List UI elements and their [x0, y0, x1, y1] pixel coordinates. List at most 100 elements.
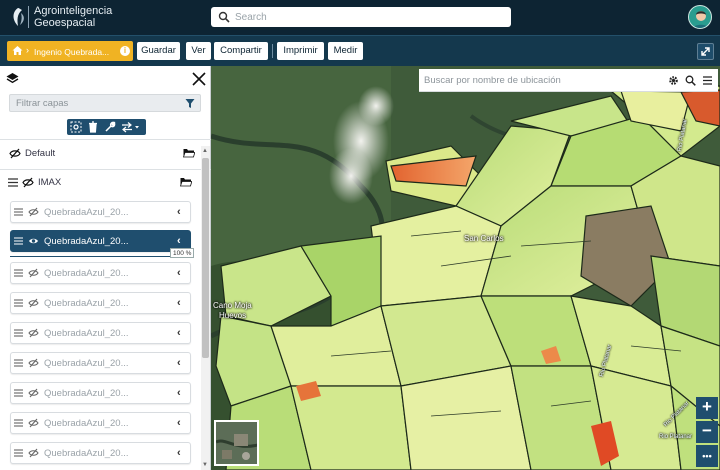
layer-item[interactable]: QuebradaAzul_20... ‹: [10, 442, 191, 464]
drag-handle-icon[interactable]: [14, 269, 23, 277]
swap-arrows-icon[interactable]: [121, 121, 141, 133]
gear-icon[interactable]: [668, 75, 679, 86]
logo-divider: [28, 6, 29, 28]
search-icon[interactable]: [685, 75, 696, 86]
layer-item[interactable]: QuebradaAzul_20... ‹: [10, 352, 191, 374]
expand-icon: [701, 47, 710, 56]
folder-open-icon[interactable]: [180, 177, 192, 187]
global-search[interactable]: [211, 7, 511, 27]
drag-handle-icon[interactable]: [14, 449, 23, 457]
zoom-extent-icon[interactable]: [70, 121, 82, 133]
eye-hidden-icon[interactable]: [28, 268, 39, 278]
eye-visible-icon[interactable]: [28, 236, 39, 246]
layer-item[interactable]: QuebradaAzul_20... ‹: [10, 292, 191, 314]
folder-open-icon[interactable]: [183, 148, 195, 158]
eye-hidden-icon[interactable]: [28, 388, 39, 398]
layer-group-label: IMAX: [38, 177, 62, 188]
chevron-left-icon[interactable]: ‹: [177, 267, 181, 279]
breadcrumb-chevron-icon: ›: [26, 45, 29, 55]
layer-label: QuebradaAzul_20...: [44, 328, 129, 339]
brand-line-2: Geoespacial: [34, 17, 96, 29]
global-search-input[interactable]: [235, 9, 505, 25]
more-options-button[interactable]: •••: [696, 445, 718, 467]
chevron-left-icon[interactable]: ‹: [177, 417, 181, 429]
scroll-up-icon[interactable]: ▲: [202, 148, 208, 154]
print-button[interactable]: Imprimir: [277, 42, 324, 60]
breadcrumb-project[interactable]: Ingenio Quebrada...: [34, 47, 118, 57]
scrollbar-thumb[interactable]: [202, 158, 209, 358]
drag-handle-icon[interactable]: [14, 237, 23, 245]
drag-handle-icon[interactable]: [14, 208, 23, 216]
layer-label: QuebradaAzul_20...: [44, 268, 129, 279]
eye-hidden-icon[interactable]: [28, 358, 39, 368]
drag-handle-icon[interactable]: [14, 329, 23, 337]
layers-scrollbar[interactable]: ▲ ▼: [201, 146, 210, 470]
home-icon[interactable]: [12, 45, 23, 56]
eye-hidden-icon[interactable]: [28, 298, 39, 308]
satellite-ndvi-map[interactable]: [211, 66, 720, 470]
drag-handle-icon[interactable]: [14, 359, 23, 367]
layer-group-imax[interactable]: IMAX: [0, 172, 200, 194]
layer-label: QuebradaAzul_20...: [44, 418, 129, 429]
close-icon[interactable]: [192, 72, 206, 86]
save-button[interactable]: Guardar: [137, 42, 180, 60]
layer-item[interactable]: QuebradaAzul_20... ‹: [10, 412, 191, 434]
layer-item[interactable]: QuebradaAzul_20... ‹: [10, 201, 191, 223]
map-label: San Carlos: [464, 234, 504, 243]
user-avatar[interactable]: [688, 5, 712, 29]
measure-button[interactable]: Medir: [328, 42, 363, 60]
zoom-in-button[interactable]: +: [696, 397, 718, 419]
opacity-slider[interactable]: [10, 251, 191, 257]
eye-hidden-icon[interactable]: [28, 207, 39, 217]
search-icon: [218, 11, 230, 23]
location-search[interactable]: [419, 69, 718, 92]
drag-handle-icon[interactable]: [14, 299, 23, 307]
layer-label: QuebradaAzul_20...: [44, 388, 129, 399]
filter-icon[interactable]: [185, 98, 195, 109]
chevron-left-icon[interactable]: ‹: [177, 235, 181, 247]
layer-item[interactable]: QuebradaAzul_20... ‹: [10, 262, 191, 284]
eye-hidden-icon[interactable]: [28, 328, 39, 338]
chevron-left-icon[interactable]: ‹: [177, 357, 181, 369]
wrench-icon[interactable]: [104, 121, 116, 133]
layer-item[interactable]: QuebradaAzul_20... ‹: [10, 382, 191, 404]
drag-handle-icon[interactable]: [14, 389, 23, 397]
layer-group-default[interactable]: Default: [0, 143, 200, 165]
chevron-left-icon[interactable]: ‹: [177, 447, 181, 459]
main-toolbar: › Ingenio Quebrada... i Guardar Ver Comp…: [0, 35, 720, 66]
layer-filter-input[interactable]: Filtrar capas: [9, 94, 201, 112]
map-view[interactable]: San Carlos Cano Moja Huevos Rio Platanar…: [211, 66, 720, 470]
layer-group-label: Default: [25, 148, 56, 159]
scroll-down-icon[interactable]: ▼: [202, 462, 208, 468]
info-icon[interactable]: i: [120, 46, 130, 56]
chevron-left-icon[interactable]: ‹: [177, 297, 181, 309]
zoom-out-button[interactable]: −: [696, 421, 718, 443]
layers-panel-header: [0, 66, 211, 92]
eye-hidden-icon[interactable]: [28, 448, 39, 458]
layer-item[interactable]: QuebradaAzul_20... ‹: [10, 322, 191, 344]
drag-handle-icon[interactable]: [14, 419, 23, 427]
chevron-left-icon[interactable]: ‹: [177, 206, 181, 218]
project-breadcrumb[interactable]: › Ingenio Quebrada... i: [7, 41, 133, 61]
brand-line-1: Agrointeligencia: [34, 5, 113, 17]
layer-item-active[interactable]: QuebradaAzul_20... ‹: [10, 230, 191, 252]
drag-handle-icon[interactable]: [8, 178, 18, 187]
location-search-input[interactable]: [424, 73, 654, 87]
layers-panel: Filtrar capas Default IMAX QuebradaAzul_…: [0, 66, 211, 470]
basemap-preview: [216, 422, 257, 464]
trash-icon[interactable]: [87, 121, 99, 133]
fullscreen-button[interactable]: [697, 43, 714, 60]
menu-icon[interactable]: [702, 75, 713, 86]
basemap-thumbnail[interactable]: [214, 420, 259, 466]
layers-icon: [6, 73, 19, 84]
share-button[interactable]: Compartir: [214, 42, 268, 60]
layer-label: QuebradaAzul_20...: [44, 448, 129, 459]
chevron-left-icon[interactable]: ‹: [177, 387, 181, 399]
eye-hidden-icon[interactable]: [9, 148, 21, 159]
view-button[interactable]: Ver: [186, 42, 211, 60]
layer-label: QuebradaAzul_20...: [44, 207, 129, 218]
chevron-left-icon[interactable]: ‹: [177, 327, 181, 339]
map-label: Rio Platanar: [659, 434, 693, 440]
eye-hidden-icon[interactable]: [28, 418, 39, 428]
eye-hidden-icon[interactable]: [22, 177, 34, 188]
